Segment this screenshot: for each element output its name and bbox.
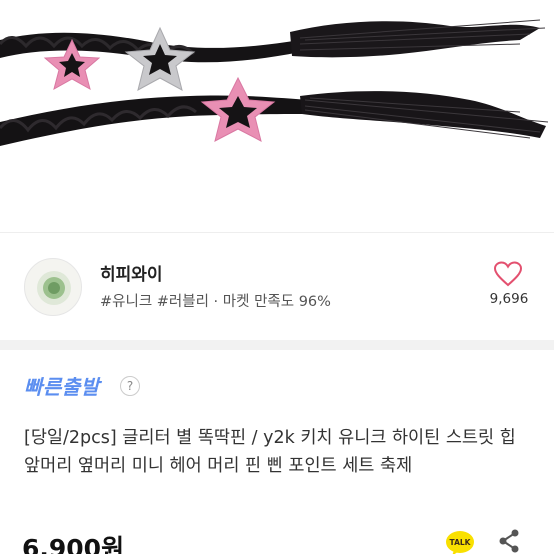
share-icon[interactable] — [497, 528, 521, 554]
product-image[interactable] — [0, 0, 554, 232]
seller-avatar[interactable] — [24, 258, 82, 316]
silver-star — [124, 26, 196, 91]
heart-icon[interactable] — [494, 261, 522, 287]
product-photo — [0, 19, 549, 146]
fast-shipping-badge: 빠른출발 — [24, 375, 100, 399]
like-count: 9,696 — [489, 291, 529, 307]
seller-section[interactable]: 히피와이 #유니크 #러블리 · 마켓 만족도 96% 9,696 — [0, 244, 554, 330]
lower-braid — [0, 91, 549, 146]
product-price: 6,900원 — [22, 534, 125, 554]
divider — [0, 232, 554, 233]
help-icon[interactable]: ? — [120, 376, 140, 396]
product-title: [당일/2pcs] 글리터 별 똑딱핀 / y2k 키치 유니크 하이틴 스트릿… — [24, 428, 516, 476]
kakao-talk-icon[interactable]: TALK — [445, 530, 475, 554]
seller-name[interactable]: 히피와이 — [100, 260, 163, 285]
section-divider — [0, 340, 554, 350]
seller-tags: #유니크 #러블리 · 마켓 만족도 96% — [100, 294, 331, 310]
upper-braid — [0, 19, 546, 63]
talk-label: TALK — [450, 538, 472, 547]
pink-star-right — [200, 76, 276, 142]
